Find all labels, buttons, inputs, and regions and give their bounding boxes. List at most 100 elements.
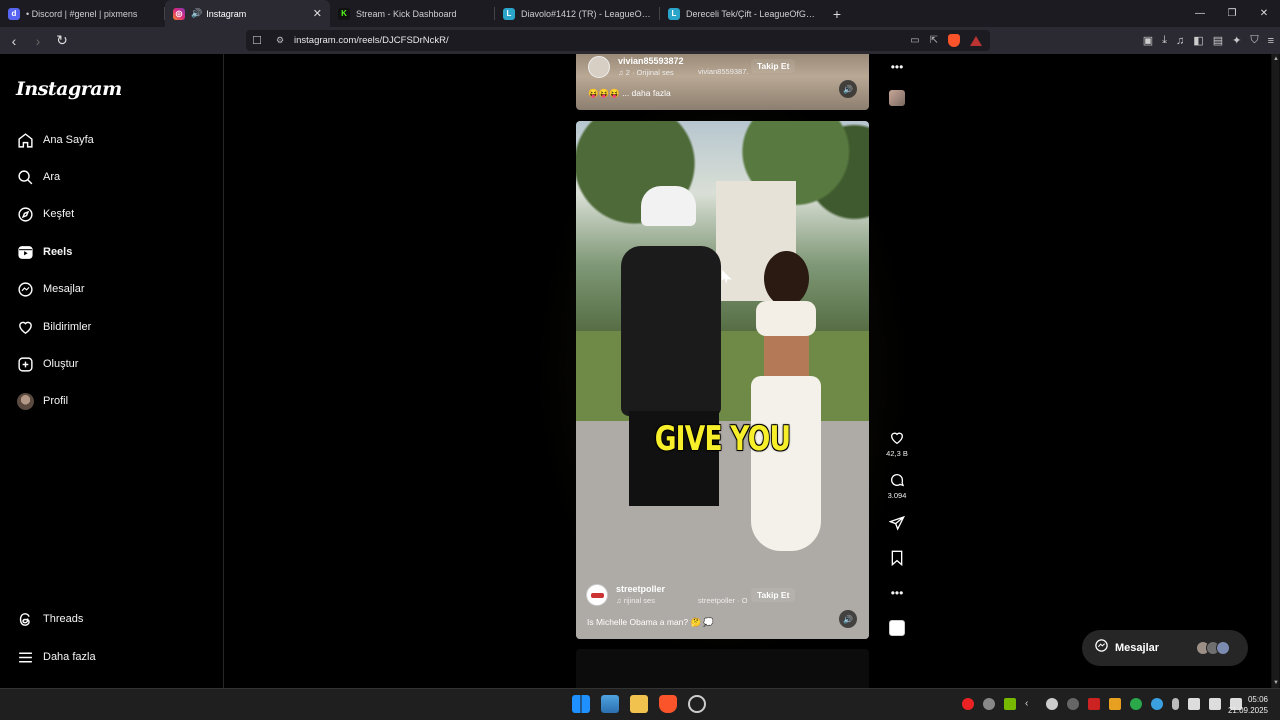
brave-shields-icon[interactable] (948, 34, 960, 47)
wallet-icon[interactable]: ▤ (1213, 34, 1223, 47)
sidebar-item-threads[interactable]: Threads (16, 607, 83, 631)
audio-thumbnail[interactable] (884, 90, 910, 106)
steam-icon[interactable] (688, 695, 706, 713)
reel-card-current[interactable]: GIVE YOU streetpoller ♫ rijinal ses stre… (576, 121, 869, 639)
windows-start-icon[interactable] (572, 695, 590, 713)
reel-card-previous[interactable]: vivian85593872 ♫ 2 · Orijinal ses vivian… (576, 54, 869, 110)
reel-caption[interactable]: Is Michelle Obama a man? 🤔 💭 (587, 617, 714, 628)
leo-ai-icon[interactable]: ✦ (1232, 34, 1241, 47)
minimize-icon[interactable]: — (1184, 8, 1216, 19)
new-tab-button[interactable]: + (825, 0, 849, 27)
tray-app-icon[interactable] (1130, 698, 1142, 710)
instagram-logo[interactable]: Instagram (16, 78, 122, 100)
messages-pill[interactable]: Mesajlar (1082, 630, 1248, 666)
sidebar-item-label: Profil (43, 395, 69, 407)
sidebar-item-reels[interactable]: Reels (16, 240, 72, 264)
sidebar-toggle-icon[interactable]: ◧ (1193, 34, 1203, 47)
sidebar-item-home[interactable]: Ana Sayfa (16, 128, 94, 152)
page-scrollbar[interactable]: ▲ ▼ (1271, 54, 1280, 688)
menu-icon (16, 648, 34, 666)
music-note-icon: ♫ (616, 596, 622, 605)
reel-audio[interactable]: ♫ rijinal ses (616, 596, 665, 605)
comment-button[interactable]: 3.094 (884, 472, 910, 500)
sidebar-item-create[interactable]: Oluştur (16, 352, 78, 376)
sidebar-item-label: Keşfet (43, 208, 75, 220)
instagram-icon: ◎ (173, 7, 185, 20)
reel-video-person (621, 186, 721, 516)
vpn-icon[interactable]: ⛉ (1250, 34, 1258, 47)
audio-thumbnail[interactable] (884, 620, 910, 636)
tray-nvidia-icon[interactable] (1004, 698, 1016, 710)
share-icon[interactable]: ⇱ (930, 35, 938, 46)
back-icon[interactable]: ‹ (4, 33, 24, 49)
downloads-icon[interactable]: ⤓ (1162, 34, 1167, 47)
bookmark-icon[interactable]: ☐ (248, 34, 266, 47)
sidebar-item-explore[interactable]: Keşfet (16, 202, 74, 226)
tray-app-icon[interactable] (983, 698, 995, 710)
tab-label: Diavolo#1412 (TR) - LeagueOfGraphs (521, 8, 652, 19)
share-button[interactable] (884, 515, 910, 531)
reel-caption[interactable]: 😝😝😝 ... daha fazla (588, 88, 671, 99)
volume-icon[interactable]: 🔊 (839, 80, 857, 98)
sidebar-item-profile[interactable]: Profil (16, 389, 68, 413)
photos-app-icon[interactable] (601, 695, 619, 713)
media-icon[interactable]: ♫ (1176, 35, 1184, 47)
heart-icon (890, 432, 904, 445)
url-text[interactable]: instagram.com/reels/DJCFSDrNckR/ (294, 35, 449, 46)
reel-username[interactable]: vivian85593872 (618, 56, 684, 66)
system-tray: ‹ (962, 698, 1242, 710)
file-explorer-icon[interactable] (630, 695, 648, 713)
tab-leagueofgraphs-1[interactable]: L Diavolo#1412 (TR) - LeagueOfGraphs (495, 0, 660, 27)
more-options-icon[interactable]: ••• (884, 584, 910, 602)
tray-chevron-icon[interactable]: ‹ (1025, 698, 1037, 710)
follow-button[interactable]: Takip Et (751, 59, 796, 73)
address-bar[interactable]: ☐ ⚙ instagram.com/reels/DJCFSDrNckR/ ▭ ⇱ (246, 30, 990, 51)
tray-app-icon[interactable] (1109, 698, 1121, 710)
volume-icon[interactable] (1209, 698, 1221, 710)
reel-username[interactable]: streetpoller (616, 584, 665, 594)
save-button[interactable] (884, 550, 910, 566)
tab-leagueofgraphs-2[interactable]: L Dereceli Tek/Çift - LeagueOfGraphs.c (660, 0, 825, 27)
brave-rewards-icon[interactable] (970, 35, 982, 46)
microphone-icon[interactable] (1172, 698, 1179, 710)
sidebar-item-messages[interactable]: Mesajlar (16, 277, 85, 301)
more-options-icon[interactable]: ••• (884, 58, 910, 76)
like-button[interactable]: 42,3 B (884, 430, 910, 458)
network-icon[interactable] (1188, 698, 1200, 710)
sidebar-item-notifications[interactable]: Bildirimler (16, 315, 91, 339)
scroll-down-icon[interactable]: ▼ (1273, 680, 1279, 686)
close-window-icon[interactable]: ✕ (1248, 8, 1280, 19)
sidebar-item-search[interactable]: Ara (16, 165, 60, 189)
tab-instagram[interactable]: ◎ 🔊 Instagram ✕ (165, 0, 330, 27)
cast-icon[interactable]: ▭ (910, 35, 919, 46)
tab-kick[interactable]: K Stream - Kick Dashboard (330, 0, 495, 27)
forward-icon[interactable]: › (28, 33, 48, 49)
site-info-icon[interactable]: ⚙ (272, 35, 288, 46)
speaker-icon[interactable]: 🔊 (191, 8, 202, 19)
sidebar-item-label: Ana Sayfa (43, 134, 94, 146)
tab-discord[interactable]: d • Discord | #genel | pixmens (0, 0, 165, 27)
close-tab-icon[interactable]: ✕ (313, 7, 322, 20)
compass-icon (16, 205, 34, 223)
tray-app-icon[interactable] (1046, 698, 1058, 710)
tray-app-icon[interactable] (1067, 698, 1079, 710)
tray-record-icon[interactable] (962, 698, 974, 710)
reel-audio[interactable]: ♫ 2 · Orijinal ses (618, 68, 684, 77)
volume-icon[interactable]: 🔊 (839, 610, 857, 628)
sidebar-item-more[interactable]: Daha fazla (16, 645, 96, 669)
reload-icon[interactable]: ↻ (52, 32, 72, 49)
tab-label: Dereceli Tek/Çift - LeagueOfGraphs.c (686, 8, 817, 19)
tray-app-icon[interactable] (1088, 698, 1100, 710)
avatar[interactable] (586, 584, 608, 606)
reel-card-next[interactable] (576, 649, 869, 689)
restore-icon[interactable]: ❐ (1216, 8, 1248, 19)
tray-app-icon[interactable] (1151, 698, 1163, 710)
follow-button[interactable]: Takip Et (751, 588, 796, 602)
scroll-up-icon[interactable]: ▲ (1273, 56, 1279, 62)
tab-search-icon[interactable]: ▣ (1143, 34, 1153, 47)
avatar[interactable] (588, 56, 610, 78)
messages-avatars (1196, 641, 1230, 655)
taskbar-clock[interactable]: 05:06 21.09.2025 (1228, 694, 1268, 716)
menu-icon[interactable]: ≡ (1268, 35, 1274, 47)
brave-browser-icon[interactable] (659, 695, 677, 713)
